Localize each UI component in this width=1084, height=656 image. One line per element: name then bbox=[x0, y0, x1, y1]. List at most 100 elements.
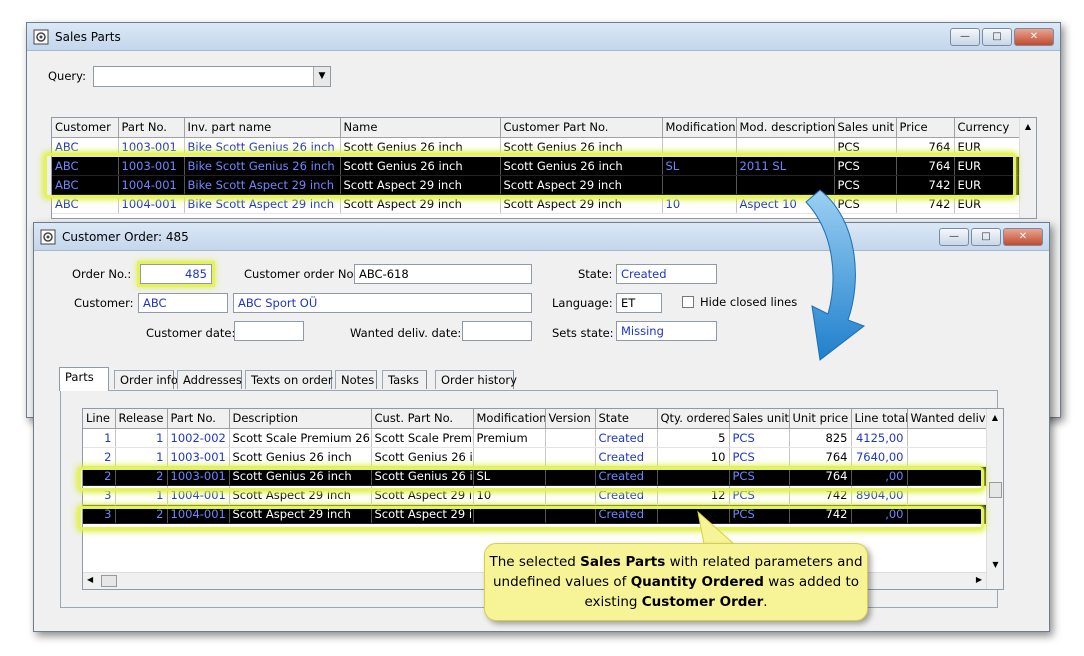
customer-order-title: Customer Order: 485 bbox=[62, 230, 189, 244]
cell-name: Scott Aspect 29 inch bbox=[340, 194, 501, 214]
customer-name-field: ABC Sport OÜ bbox=[233, 293, 532, 313]
cell-version bbox=[545, 504, 596, 524]
cell-sales-unit: PCS bbox=[729, 428, 790, 448]
column-header[interactable]: State bbox=[595, 409, 658, 429]
column-header[interactable]: Customer bbox=[52, 118, 119, 138]
scroll-up-icon[interactable]: ▲ bbox=[1020, 118, 1036, 135]
tab-order-info[interactable]: Order info bbox=[114, 370, 178, 389]
tab-order-history[interactable]: Order history bbox=[435, 370, 517, 389]
cell-sales-unit: PCS bbox=[729, 485, 790, 505]
column-header[interactable]: Wanted deliv bbox=[907, 409, 988, 429]
cell-modification: SL bbox=[662, 156, 737, 176]
query-select[interactable]: ▼ bbox=[93, 66, 331, 87]
customer-date-field[interactable] bbox=[234, 321, 304, 341]
empty-cell bbox=[229, 523, 371, 542]
column-header[interactable]: Description bbox=[229, 409, 372, 429]
sales-parts-titlebar[interactable]: Sales Parts — □ ✕ bbox=[27, 23, 1060, 51]
customer-order-no-field[interactable]: ABC-618 bbox=[354, 264, 532, 284]
order-lines-table: Line Release Part No. Description Cust. Part… bbox=[83, 409, 988, 561]
scroll-left-icon[interactable]: ◀ bbox=[87, 575, 93, 584]
table-row[interactable]: 2 1 1003-001 Scott Genius 26 inch Scott Geni… bbox=[83, 447, 988, 467]
column-header[interactable]: Customer Part No. bbox=[500, 118, 663, 138]
column-header[interactable]: Line total bbox=[851, 409, 908, 429]
cell-version bbox=[545, 466, 596, 486]
customer-field[interactable]: ABC bbox=[138, 293, 228, 313]
column-header[interactable]: Modification bbox=[473, 409, 546, 429]
customer-order-titlebar[interactable]: Customer Order: 485 — □ ✕ bbox=[34, 223, 1049, 251]
wanted-deliv-field[interactable] bbox=[462, 321, 532, 341]
close-button[interactable]: ✕ bbox=[1003, 228, 1043, 246]
cell-part-no: 1003-001 bbox=[167, 466, 230, 486]
minimize-button[interactable]: — bbox=[939, 228, 969, 246]
cell-line: 2 bbox=[83, 447, 116, 467]
cell-inv-part-name: Bike Scott Genius 26 inch bbox=[184, 137, 341, 157]
hide-closed-checkbox[interactable] bbox=[682, 296, 694, 308]
minimize-button[interactable]: — bbox=[950, 28, 980, 46]
column-header[interactable]: Name bbox=[340, 118, 501, 138]
table-row[interactable]: ABC 1003-001 Bike Scott Genius 26 inch Scot… bbox=[52, 137, 1021, 157]
cell-inv-part-name: Bike Scott Genius 26 inch bbox=[184, 156, 341, 176]
column-header[interactable]: Version bbox=[545, 409, 596, 429]
chevron-down-icon[interactable]: ▼ bbox=[313, 67, 330, 86]
column-header[interactable]: Release bbox=[115, 409, 168, 429]
scroll-thumb[interactable] bbox=[989, 482, 1002, 498]
column-header[interactable]: Cust. Part No. bbox=[371, 409, 474, 429]
callout-bold-quantity-ordered: Quantity Ordered bbox=[630, 574, 764, 590]
cell-state: Created bbox=[595, 447, 658, 467]
cell-part-no: 1002-002 bbox=[167, 428, 230, 448]
column-header[interactable]: Currency bbox=[954, 118, 1021, 138]
tab-texts-on-order[interactable]: Texts on order bbox=[245, 370, 333, 389]
column-header[interactable]: Inv. part name bbox=[184, 118, 341, 138]
cell-customer: ABC bbox=[52, 137, 119, 157]
maximize-button[interactable]: □ bbox=[982, 28, 1012, 46]
scroll-down-icon[interactable]: ▼ bbox=[987, 560, 1003, 569]
info-callout: The selected Sales Parts with related pa… bbox=[484, 543, 868, 621]
table-row[interactable]: ABC 1003-001 Bike Scott Genius 26 inch Scot… bbox=[52, 156, 1021, 176]
cell-unit-price: 764 bbox=[789, 466, 852, 486]
column-header[interactable]: Price bbox=[896, 118, 955, 138]
cell-name: Scott Genius 26 inch bbox=[340, 137, 501, 157]
order-no-value: 485 bbox=[185, 267, 207, 281]
language-value: ET bbox=[621, 296, 636, 310]
cell-line-total: 7640,00 bbox=[851, 447, 908, 467]
close-button[interactable]: ✕ bbox=[1014, 28, 1054, 46]
table-row[interactable]: 3 2 1004-001 Scott Aspect 29 inch Scott Aspe… bbox=[83, 504, 988, 524]
hscroll-thumb[interactable] bbox=[101, 575, 117, 587]
sales-parts-scrollbar[interactable]: ▲ bbox=[1019, 118, 1036, 218]
cell-cust-part-no: Scott Genius 26 in bbox=[371, 447, 474, 467]
empty-cell bbox=[851, 523, 907, 542]
language-field[interactable]: ET bbox=[616, 293, 662, 313]
table-row[interactable]: 111002-002Scott Scale Premium 26 incScot… bbox=[83, 428, 988, 448]
scroll-up-icon[interactable]: ▲ bbox=[987, 409, 1003, 426]
cell-unit-price: 742 bbox=[789, 504, 852, 524]
column-header[interactable]: Sales unit bbox=[834, 118, 897, 138]
cell-version bbox=[545, 447, 596, 467]
empty-cell bbox=[83, 523, 115, 542]
column-header[interactable]: Mod. description bbox=[736, 118, 835, 138]
cell-customer: ABC bbox=[52, 175, 119, 195]
table-row[interactable]: 2 2 1003-001 Scott Genius 26 inch Scott Geni… bbox=[83, 466, 988, 486]
tab-notes[interactable]: Notes bbox=[335, 370, 377, 389]
cell-mod-description bbox=[736, 137, 835, 157]
tab-parts[interactable]: Parts bbox=[59, 367, 109, 391]
order-lines-vscrollbar[interactable]: ▲ ▼ bbox=[986, 409, 1003, 589]
app-window-icon bbox=[33, 29, 49, 45]
column-header[interactable]: Part No. bbox=[167, 409, 230, 429]
callout-text-4: . bbox=[763, 594, 768, 610]
tab-tasks[interactable]: Tasks bbox=[382, 370, 427, 389]
cell-modification: 10 bbox=[662, 194, 737, 214]
column-header[interactable]: Qty. ordered bbox=[657, 409, 730, 429]
table-row[interactable]: 3 1 1004-001 Scott Aspect 29 inch Scott Aspe… bbox=[83, 485, 988, 505]
column-header[interactable]: Line bbox=[83, 409, 116, 429]
column-header[interactable]: Part No. bbox=[118, 118, 185, 138]
column-header[interactable]: Modification bbox=[662, 118, 737, 138]
tab-addresses[interactable]: Addresses bbox=[177, 370, 242, 389]
empty-cell bbox=[545, 523, 595, 542]
maximize-button[interactable]: □ bbox=[971, 228, 1001, 246]
column-header[interactable]: Unit price bbox=[789, 409, 852, 429]
column-header[interactable]: Sales unit bbox=[729, 409, 790, 429]
order-no-field[interactable]: 485 bbox=[140, 264, 212, 284]
cell-line: 3 bbox=[83, 504, 116, 524]
scroll-right-icon[interactable]: ▶ bbox=[976, 575, 982, 584]
cell-release: 2 bbox=[115, 466, 168, 486]
